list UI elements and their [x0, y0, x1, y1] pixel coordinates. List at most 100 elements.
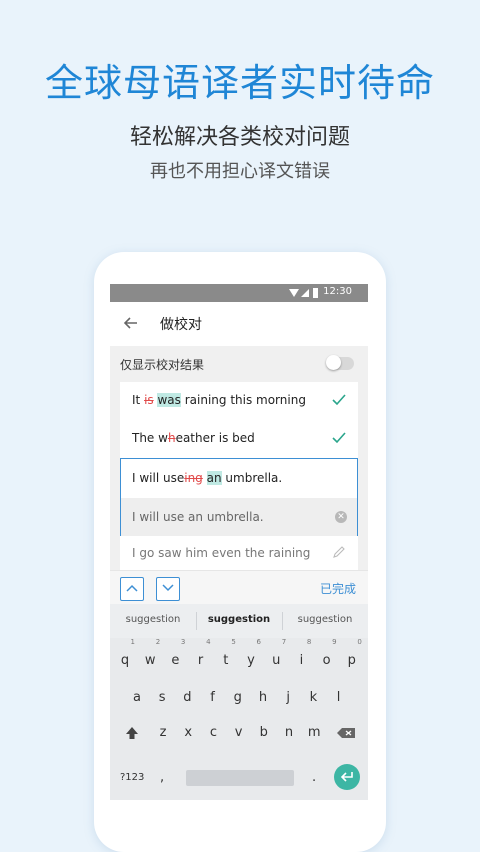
status-time: 12:30	[323, 286, 352, 297]
suggestion-bar: suggestion suggestion suggestion	[110, 604, 368, 638]
sentence-text: I go saw him even the raining	[132, 546, 311, 560]
comma-key[interactable]: ,	[160, 770, 164, 785]
promo-headline: 全球母语译者实时待命	[44, 61, 435, 105]
inserted-text: was	[157, 393, 181, 407]
sentence-fragment: raining this morning	[180, 393, 306, 407]
correction-input[interactable]: I will use an umbrella. ✕	[121, 498, 357, 536]
space-key[interactable]	[186, 770, 294, 786]
key-number-hint: 9	[332, 638, 337, 646]
key-s[interactable]: s	[150, 683, 174, 713]
promo-subtitle: 轻松解决各类校对问题	[129, 125, 350, 150]
key-label: h	[258, 690, 268, 705]
key-label: i	[299, 653, 304, 668]
key-z[interactable]: z	[151, 718, 175, 748]
enter-key[interactable]	[334, 764, 360, 790]
key-label: r	[197, 653, 204, 668]
key-label: p	[347, 653, 356, 668]
symbols-key[interactable]: ?123	[120, 772, 144, 783]
key-b[interactable]: b	[252, 718, 276, 748]
key-e[interactable]: e3	[163, 638, 187, 676]
key-g[interactable]: g	[226, 683, 250, 713]
key-label: l	[336, 690, 341, 705]
sentence-text: It is was raining this morning	[132, 393, 306, 407]
pencil-icon[interactable]	[332, 545, 346, 559]
period-key[interactable]: .	[312, 770, 316, 785]
key-label: z	[159, 725, 167, 740]
key-o[interactable]: o9	[315, 638, 339, 676]
check-icon	[332, 432, 346, 444]
key-label: c	[209, 725, 217, 740]
key-f[interactable]: f	[201, 683, 225, 713]
key-x[interactable]: x	[176, 718, 200, 748]
back-arrow-icon[interactable]	[122, 314, 140, 332]
key-label: d	[183, 690, 192, 705]
key-a[interactable]: a	[125, 683, 149, 713]
suggestion-item[interactable]: suggestion	[110, 614, 196, 625]
sentence-row-2[interactable]: The wheather is bed	[120, 420, 358, 458]
key-label: q	[120, 653, 130, 668]
enter-arrow-icon	[340, 772, 353, 782]
sentence-fragment: I will use	[132, 471, 185, 485]
sentence-row-4[interactable]: I go saw him even the raining	[120, 536, 358, 570]
key-r[interactable]: r4	[189, 638, 213, 676]
keyboard: suggestion suggestion suggestion q1w2e3r…	[110, 604, 368, 800]
key-label: v	[234, 725, 243, 740]
sentence-fragment: The w	[132, 431, 168, 445]
sentence-row-editing[interactable]: I will useing an umbrella. I will use an…	[120, 458, 358, 537]
status-bar: 12:30	[110, 284, 368, 302]
key-number-hint: 8	[306, 638, 312, 646]
key-label: k	[309, 690, 318, 705]
key-number-hint: 0	[357, 638, 362, 646]
correction-value: I will use an umbrella.	[132, 510, 264, 524]
key-l[interactable]: l	[327, 683, 351, 713]
filter-label: 仅显示校对结果	[120, 358, 205, 372]
key-label: m	[307, 725, 321, 740]
key-i[interactable]: i8	[289, 638, 313, 676]
key-c[interactable]: c	[201, 718, 225, 748]
filter-toggle[interactable]	[326, 355, 354, 370]
key-y[interactable]: y6	[239, 638, 263, 676]
key-label: t	[223, 653, 229, 668]
deleted-text: ing	[184, 471, 203, 485]
key-t[interactable]: t5	[214, 638, 238, 676]
app-bar: 做校对	[110, 302, 368, 346]
key-w[interactable]: w2	[138, 638, 162, 676]
sentence-text: I will useing an umbrella.	[132, 471, 282, 485]
key-u[interactable]: u7	[264, 638, 288, 676]
key-label: x	[184, 725, 193, 740]
previous-button[interactable]	[120, 577, 144, 601]
key-k[interactable]: k	[301, 683, 325, 713]
key-number-hint: 1	[130, 638, 135, 646]
key-number-hint: 6	[256, 638, 261, 646]
key-number-hint: 3	[180, 638, 186, 646]
chevron-up-icon	[126, 584, 138, 592]
next-button[interactable]	[156, 577, 180, 601]
key-m[interactable]: m	[302, 718, 326, 748]
sentence-fragment: eather is bed	[175, 431, 255, 445]
key-label: n	[284, 725, 294, 740]
key-n[interactable]: n	[277, 718, 301, 748]
key-j[interactable]: j	[276, 683, 300, 713]
done-button[interactable]: 已完成	[320, 580, 356, 597]
check-icon	[332, 394, 346, 406]
filter-toggle-knob	[326, 355, 341, 370]
key-d[interactable]: d	[175, 683, 199, 713]
suggestion-item[interactable]: suggestion	[196, 614, 282, 625]
sentence-row-1[interactable]: It is was raining this morning	[120, 382, 358, 420]
suggestion-item[interactable]: suggestion	[282, 614, 368, 625]
sentence-fragment: umbrella.	[221, 471, 283, 485]
key-p[interactable]: p0	[340, 638, 364, 676]
shift-icon[interactable]	[120, 718, 144, 748]
key-q[interactable]: q1	[113, 638, 137, 676]
key-number-hint: 5	[231, 638, 236, 646]
key-label: y	[247, 653, 255, 668]
key-v[interactable]: v	[227, 718, 251, 748]
key-label: e	[171, 653, 180, 668]
key-label: g	[233, 690, 242, 705]
key-number-hint: 4	[206, 638, 211, 646]
proofread-nav-bar: 已完成	[110, 570, 368, 605]
backspace-icon[interactable]	[334, 718, 358, 748]
key-label: s	[158, 690, 166, 705]
key-h[interactable]: h	[251, 683, 275, 713]
clear-icon[interactable]: ✕	[335, 511, 347, 523]
